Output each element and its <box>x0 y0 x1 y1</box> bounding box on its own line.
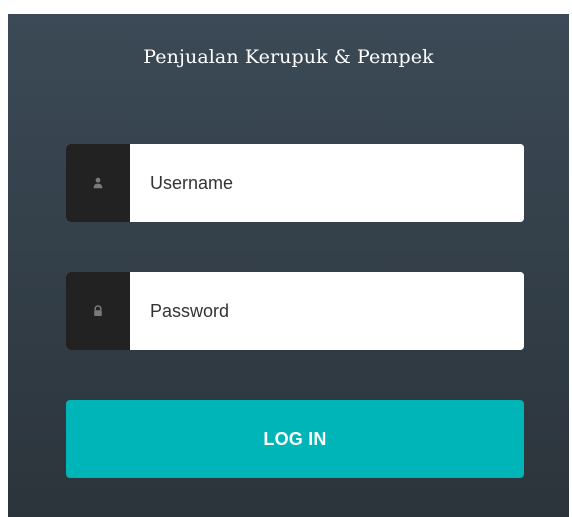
password-icon-box <box>66 272 130 350</box>
username-input[interactable] <box>130 144 524 222</box>
user-icon <box>93 177 103 189</box>
login-panel: Penjualan Kerupuk & Pempek LOG IN <box>8 14 569 517</box>
username-icon-box <box>66 144 130 222</box>
login-button[interactable]: LOG IN <box>66 400 524 478</box>
password-input[interactable] <box>130 272 524 350</box>
page-title: Penjualan Kerupuk & Pempek <box>143 46 434 68</box>
username-field <box>66 144 524 222</box>
password-field <box>66 272 524 350</box>
lock-icon <box>94 305 102 316</box>
